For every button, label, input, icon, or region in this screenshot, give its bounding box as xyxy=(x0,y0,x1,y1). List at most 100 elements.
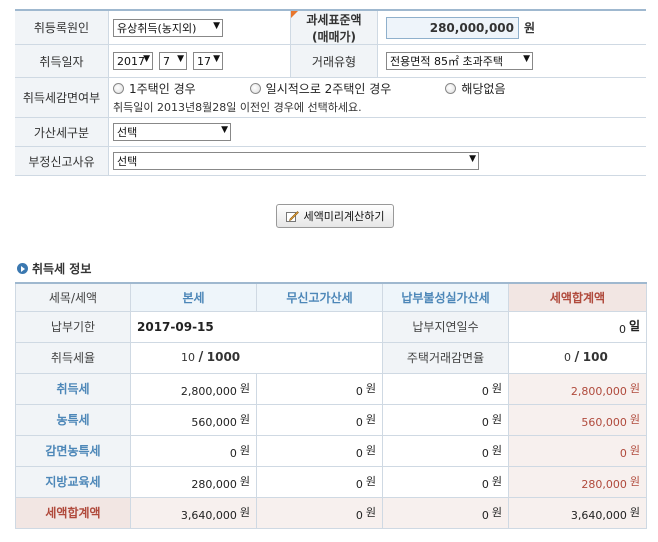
trade-type-cell: 전용면적 85㎡ 초과주택 ▼ xyxy=(378,45,646,77)
won-unit: 원 xyxy=(239,381,250,395)
acquisition-cause-label: 취등록원인 xyxy=(15,11,109,44)
improper-report-value: 선택 xyxy=(117,155,138,168)
dropdown-arrow-icon: ▼ xyxy=(143,54,150,64)
acquisition-date-cell: 2017 ▼ 7 ▼ 17 ▼ xyxy=(109,45,291,77)
radio-temporary-two-house[interactable]: 일시적으로 2주택인 경우 xyxy=(249,80,392,97)
tax-result-table: 세목/세액 본세 무신고가산세 납부불성실가산세 세액합계액 납부기한 2017… xyxy=(15,282,647,529)
reduction-cell: 1주택인 경우 일시적으로 2주택인 경우 해당없음 취득일이 2013년8월2… xyxy=(109,78,646,117)
dropdown-arrow-icon: ▼ xyxy=(177,54,184,64)
improper-report-cell: 선택 ▼ xyxy=(109,147,646,175)
header-base-tax: 본세 xyxy=(130,282,257,312)
header-total: 세액합계액 xyxy=(508,282,647,312)
won-unit: 원 xyxy=(239,474,250,488)
form-row-improper: 부정신고사유 선택 ▼ xyxy=(15,147,646,176)
day-select[interactable]: 17 ▼ xyxy=(193,52,223,70)
base-tax-value: 0 xyxy=(229,446,237,460)
year-select[interactable]: 2017 ▼ xyxy=(113,52,153,70)
due-date-value: 2017-09-15 xyxy=(130,310,383,343)
tax-base-input[interactable]: 280,000,000 xyxy=(386,16,519,39)
total-value: 560,000 xyxy=(581,415,627,429)
total-value: 0 xyxy=(619,446,627,460)
total-cell: 560,000 원 xyxy=(508,403,647,436)
radio-temporary-two-house-label: 일시적으로 2주택인 경우 xyxy=(265,82,392,96)
improper-report-select[interactable]: 선택 ▼ xyxy=(113,152,479,170)
month-select[interactable]: 7 ▼ xyxy=(159,52,187,70)
won-unit: 원 xyxy=(239,505,250,519)
no-report-value: 0 xyxy=(355,384,363,398)
total-cell: 2,800,000 원 xyxy=(508,372,647,405)
fraction-slash: / xyxy=(198,350,204,365)
won-unit: 원 xyxy=(365,381,376,395)
radio-not-applicable[interactable]: 해당없음 xyxy=(445,80,506,97)
day-value: 17 xyxy=(197,54,211,68)
late-value: 0 xyxy=(481,446,489,460)
table-row: 취득세 2,800,000 원 0원 0원 2,800,000 원 xyxy=(15,372,647,405)
base-tax-value: 560,000 xyxy=(191,415,237,429)
penalty-type-cell: 선택 ▼ xyxy=(109,118,646,146)
won-unit: 원 xyxy=(629,474,640,488)
required-marker-icon xyxy=(291,11,298,18)
radio-one-house[interactable]: 1주택인 경우 xyxy=(113,80,196,97)
no-report-cell: 0원 xyxy=(256,465,383,498)
table-row: 농특세 560,000 원 0원 0원 560,000 원 xyxy=(15,403,647,436)
play-bullet-icon xyxy=(17,263,28,274)
penalty-type-value: 선택 xyxy=(117,126,138,139)
late-value: 0 xyxy=(481,477,489,491)
no-report-cell: 0원 xyxy=(256,403,383,436)
section-title: 취득세 정보 xyxy=(17,260,91,277)
no-report-value: 0 xyxy=(355,415,363,429)
base-tax-cell: 2,800,000 원 xyxy=(130,372,257,405)
won-unit: 원 xyxy=(365,505,376,519)
delay-days-unit: 일 xyxy=(628,319,640,333)
reduction-note: 취득일이 2013년8월28일 이전인 경우에 선택하세요. xyxy=(113,101,362,114)
penalty-type-label: 가산세구분 xyxy=(15,118,109,146)
reduction-label: 취득세감면여부 xyxy=(15,78,109,117)
late-cell: 0원 xyxy=(382,465,509,498)
acquisition-cause-select[interactable]: 유상취득(농지외) ▼ xyxy=(113,18,223,37)
row-label: 지방교육세 xyxy=(15,465,131,498)
row-label: 농특세 xyxy=(15,403,131,436)
total-cell: 280,000 원 xyxy=(508,465,647,498)
calculate-tax-button[interactable]: 세액미리계산하기 xyxy=(276,204,394,228)
trade-type-select[interactable]: 전용면적 85㎡ 초과주택 ▼ xyxy=(386,52,533,70)
won-unit: 원 xyxy=(365,412,376,426)
late-cell: 0원 xyxy=(382,403,509,436)
acquisition-date-label: 취득일자 xyxy=(15,45,109,77)
table-row: 감면농특세 0원 0원 0원 0원 xyxy=(15,434,647,467)
total-value: 2,800,000 xyxy=(570,384,627,398)
row-label: 취득세 xyxy=(15,372,131,405)
no-report-value: 0 xyxy=(355,446,363,460)
rate-row: 취득세율 10 / 1000 주택거래감면율 0 / 100 xyxy=(15,341,647,374)
base-tax-cell: 3,640,000 원 xyxy=(130,496,257,529)
won-unit: 원 xyxy=(239,412,250,426)
acquisition-rate-denominator: 1000 xyxy=(206,350,241,364)
late-cell: 0원 xyxy=(382,372,509,405)
late-value: 0 xyxy=(481,384,489,398)
late-value: 0 xyxy=(481,508,489,522)
pencil-edit-icon xyxy=(285,211,299,222)
fraction-slash: / xyxy=(574,350,580,365)
won-unit: 원 xyxy=(629,443,640,457)
radio-one-house-label: 1주택인 경우 xyxy=(129,82,196,96)
base-tax-cell: 280,000 원 xyxy=(130,465,257,498)
dropdown-arrow-icon: ▼ xyxy=(469,154,476,164)
housing-reduction-denominator: 100 xyxy=(582,350,608,364)
base-tax-value: 3,640,000 xyxy=(180,508,237,522)
total-cell: 3,640,000 원 xyxy=(508,496,647,529)
improper-report-label: 부정신고사유 xyxy=(15,147,109,175)
won-unit: 원 xyxy=(629,505,640,519)
late-cell: 0원 xyxy=(382,434,509,467)
acquisition-form: 취등록원인 유상취득(농지외) ▼ 과세표준액 (매매가) 280,000,00… xyxy=(15,9,646,176)
calculate-tax-label: 세액미리계산하기 xyxy=(303,210,385,223)
penalty-type-select[interactable]: 선택 ▼ xyxy=(113,123,231,141)
tax-base-label-line1: 과세표준액 xyxy=(306,12,362,27)
tax-base-label-line2: (매매가) xyxy=(311,29,357,44)
total-value: 3,640,000 xyxy=(570,508,627,522)
dropdown-arrow-icon: ▼ xyxy=(523,54,530,64)
housing-reduction-label: 주택거래감면율 xyxy=(382,341,509,374)
year-value: 2017 xyxy=(117,54,145,68)
won-unit: 원 xyxy=(491,505,502,519)
base-tax-cell: 560,000 원 xyxy=(130,403,257,436)
radio-icon xyxy=(113,83,124,94)
acquisition-cause-cell: 유상취득(농지외) ▼ xyxy=(109,11,291,44)
